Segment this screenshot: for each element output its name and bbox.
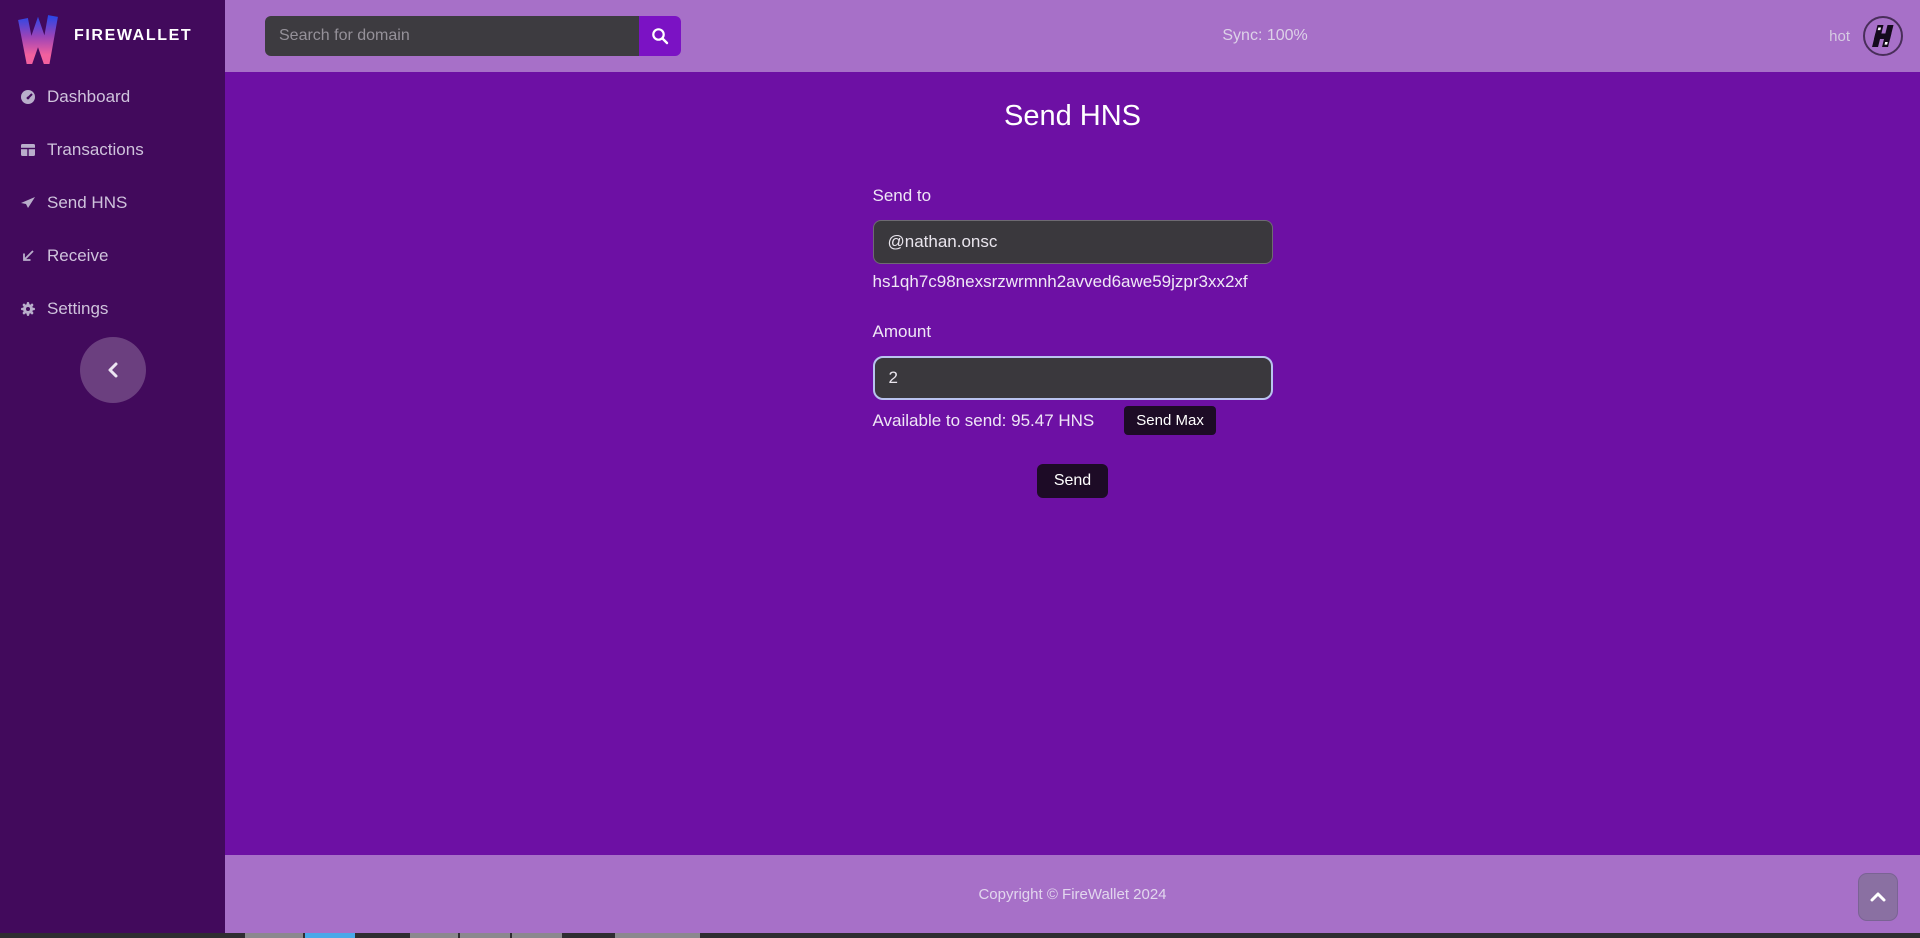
taskbar-segment[interactable]: [245, 933, 303, 938]
wallet-indicator: hot: [1829, 15, 1904, 57]
content-column: Sync: 100% hot Sen: [225, 0, 1920, 933]
os-taskbar-sliver[interactable]: [0, 933, 1920, 938]
taskbar-segment[interactable]: [512, 933, 562, 938]
scroll-to-top-button[interactable]: [1858, 873, 1898, 921]
send-to-input[interactable]: [873, 220, 1273, 264]
sidebar-collapse-button[interactable]: [80, 337, 146, 403]
brand-name: FIREWALLET: [74, 27, 192, 45]
sidebar-nav: Dashboard Transactions S: [0, 72, 225, 351]
sync-status: Sync: 100%: [1222, 27, 1307, 45]
sidebar-item-send-hns[interactable]: Send HNS: [0, 192, 225, 214]
sidebar-item-label: Dashboard: [47, 87, 130, 107]
sidebar-item-label: Settings: [47, 299, 108, 319]
dashboard-gauge-icon: [20, 89, 36, 105]
top-bar: Sync: 100% hot: [225, 0, 1920, 72]
send-form: Send to hs1qh7c98nexsrzwrmnh2avved6awe59…: [873, 186, 1273, 498]
transactions-table-icon: [20, 142, 36, 158]
sidebar-item-label: Transactions: [47, 140, 144, 160]
domain-search: [265, 16, 681, 56]
amount-group: Amount Available to send: 95.47 HNS Send…: [873, 322, 1273, 435]
chevron-up-icon: [1870, 892, 1886, 902]
search-button[interactable]: [639, 16, 681, 56]
send-to-label: Send to: [873, 186, 1273, 206]
taskbar-segment[interactable]: [615, 933, 700, 938]
sidebar: FIREWALLET Dashboard: [0, 0, 225, 933]
settings-gear-icon: [20, 301, 36, 317]
available-row: Available to send: 95.47 HNS Send Max: [873, 406, 1273, 435]
page-title: Send HNS: [225, 98, 1920, 134]
send-max-button[interactable]: Send Max: [1124, 406, 1216, 435]
copyright-text: Copyright © FireWallet 2024: [978, 886, 1166, 903]
wallet-name: hot: [1829, 28, 1850, 45]
main-content: Send HNS Send to hs1qh7c98nexsrzwrmnh2av…: [225, 72, 1920, 855]
amount-input[interactable]: [873, 356, 1273, 400]
taskbar-segment[interactable]: [410, 933, 458, 938]
search-input[interactable]: [265, 16, 639, 56]
resolved-address: hs1qh7c98nexsrzwrmnh2avved6awe59jzpr3xx2…: [873, 272, 1273, 292]
chevron-left-icon: [107, 361, 119, 379]
handshake-logo-icon[interactable]: [1862, 15, 1904, 57]
available-balance: Available to send: 95.47 HNS: [873, 411, 1095, 431]
send-button[interactable]: Send: [1037, 464, 1108, 498]
sidebar-item-label: Receive: [47, 246, 108, 266]
sidebar-item-settings[interactable]: Settings: [0, 298, 225, 320]
receive-arrow-icon: [20, 248, 36, 264]
send-row: Send: [873, 464, 1273, 498]
magnifier-icon: [651, 27, 669, 45]
firewallet-logo-icon: [16, 8, 60, 64]
send-plane-icon: [20, 195, 36, 211]
taskbar-segment-active[interactable]: [305, 933, 355, 938]
sidebar-item-receive[interactable]: Receive: [0, 245, 225, 267]
sidebar-item-label: Send HNS: [47, 193, 127, 213]
footer: Copyright © FireWallet 2024: [225, 855, 1920, 933]
sidebar-item-dashboard[interactable]: Dashboard: [0, 86, 225, 108]
amount-label: Amount: [873, 322, 1273, 342]
app-window: FIREWALLET Dashboard: [0, 0, 1920, 933]
taskbar-segment[interactable]: [460, 933, 510, 938]
brand-header: FIREWALLET: [0, 0, 225, 72]
sidebar-item-transactions[interactable]: Transactions: [0, 139, 225, 161]
